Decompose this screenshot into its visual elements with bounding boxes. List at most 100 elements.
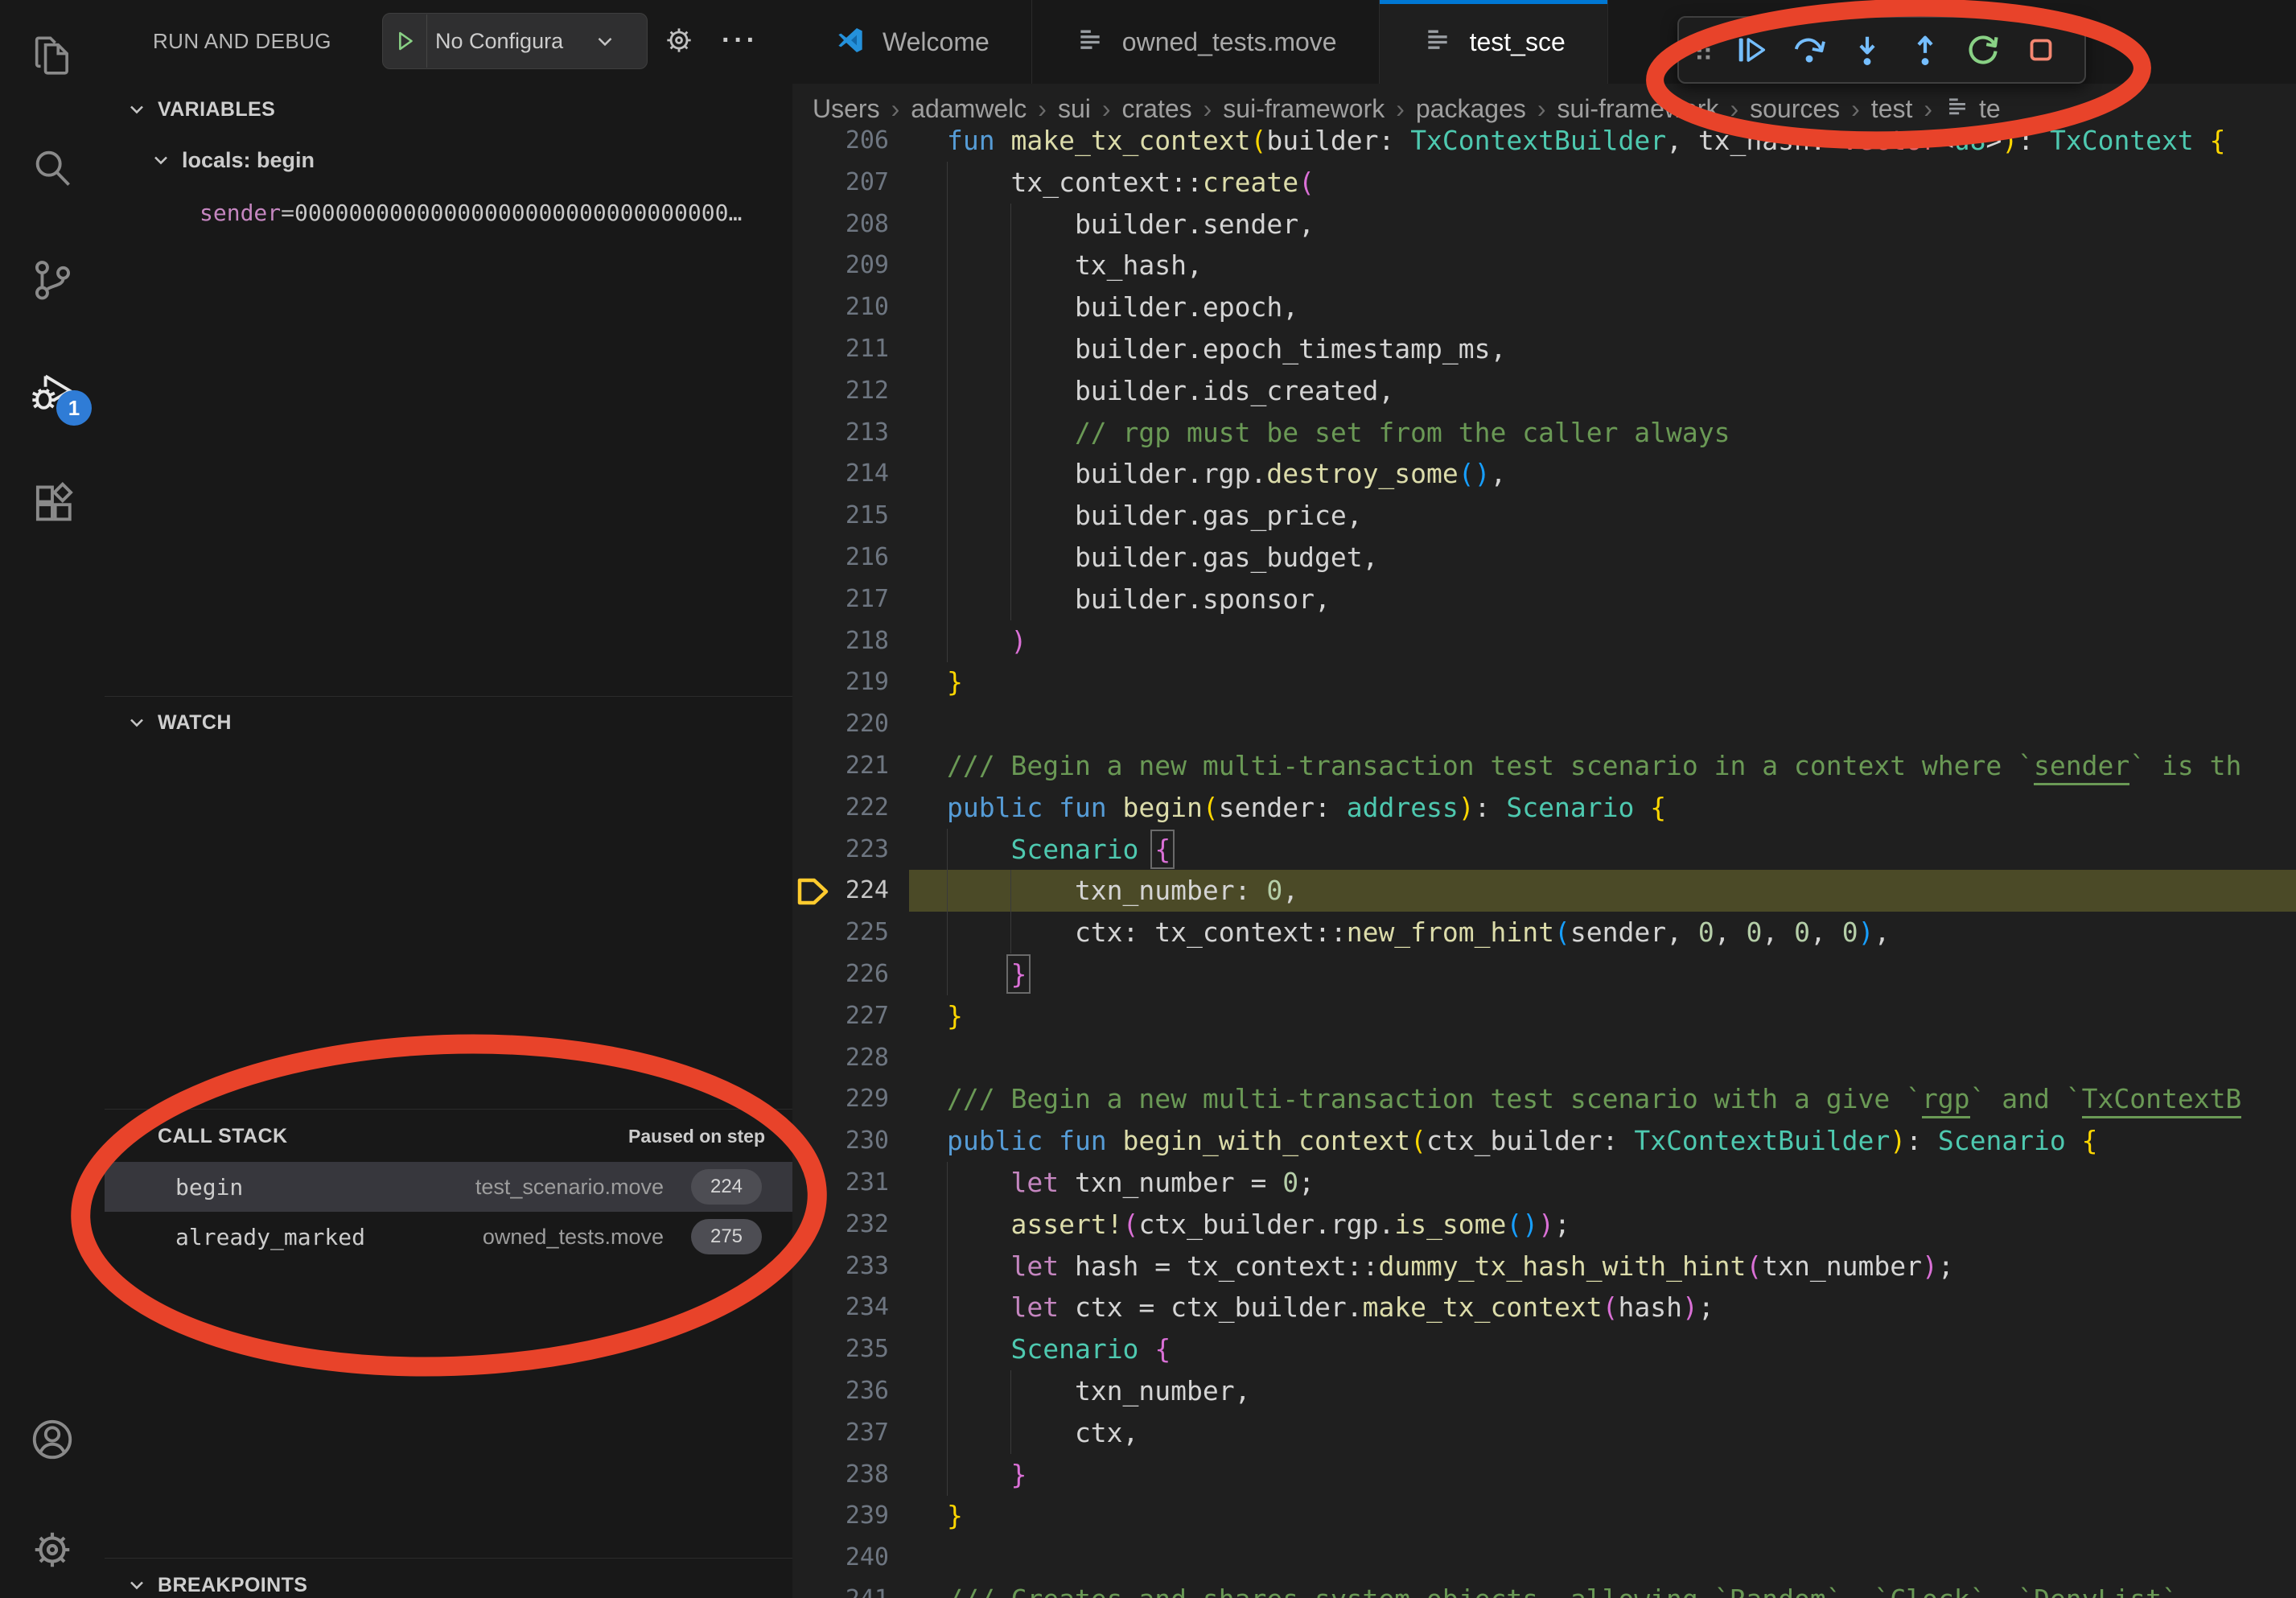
code-line-218[interactable]: 218 ) — [792, 620, 2296, 662]
code-line-232[interactable]: 232 assert!(ctx_builder.rgp.is_some()); — [792, 1204, 2296, 1246]
extensions-icon[interactable] — [0, 459, 105, 548]
code-line-221[interactable]: 221/// Begin a new multi-transaction tes… — [792, 745, 2296, 787]
variables-scope-row[interactable]: locals: begin — [105, 137, 792, 183]
step-out-icon[interactable] — [1896, 24, 1954, 76]
variable-row-sender[interactable]: sender = 0000000000000000000000000000000… — [200, 192, 779, 233]
call-stack-section-header[interactable]: CALL STACK Paused on step — [105, 1114, 792, 1159]
code-line-223[interactable]: 223 Scenario { — [792, 829, 2296, 871]
step-into-icon[interactable] — [1838, 24, 1896, 76]
line-number[interactable]: 207 — [792, 162, 889, 204]
code-line-229[interactable]: 229/// Begin a new multi-transaction tes… — [792, 1078, 2296, 1120]
code-line-208[interactable]: 208 builder.sender, — [792, 204, 2296, 245]
code-line-219[interactable]: 219} — [792, 661, 2296, 703]
tab-welcome[interactable]: Welcome — [792, 0, 1032, 84]
line-number[interactable]: 211 — [792, 328, 889, 370]
line-number[interactable]: 209 — [792, 245, 889, 286]
code-line-240[interactable]: 240 — [792, 1537, 2296, 1579]
line-number[interactable]: 218 — [792, 620, 889, 662]
line-number[interactable]: 219 — [792, 661, 889, 703]
line-number[interactable]: 234 — [792, 1287, 889, 1328]
line-number[interactable]: 238 — [792, 1454, 889, 1496]
line-number[interactable]: 223 — [792, 829, 889, 871]
line-number[interactable]: 239 — [792, 1495, 889, 1537]
search-icon[interactable] — [0, 124, 105, 212]
line-number[interactable]: 228 — [792, 1037, 889, 1079]
line-number[interactable]: 241 — [792, 1579, 889, 1598]
line-number[interactable]: 221 — [792, 745, 889, 787]
debug-settings-gear-icon[interactable] — [658, 19, 700, 61]
line-number[interactable]: 233 — [792, 1246, 889, 1287]
code-line-226[interactable]: 226 } — [792, 953, 2296, 995]
variables-section-header[interactable]: VARIABLES — [105, 87, 792, 132]
line-number[interactable]: 220 — [792, 703, 889, 745]
line-number[interactable]: 229 — [792, 1078, 889, 1120]
line-number[interactable]: 224 — [792, 870, 889, 912]
call-stack-frame-begin[interactable]: begintest_scenario.move224 — [105, 1162, 792, 1212]
launch-configuration-dropdown[interactable]: No Configura — [382, 13, 648, 69]
code-line-228[interactable]: 228 — [792, 1037, 2296, 1079]
line-number[interactable]: 236 — [792, 1370, 889, 1412]
code-line-224[interactable]: 224 txn_number: 0, — [792, 870, 2296, 912]
line-number[interactable]: 216 — [792, 537, 889, 579]
step-over-icon[interactable] — [1780, 24, 1838, 76]
explorer-icon[interactable] — [0, 11, 105, 100]
line-number[interactable]: 222 — [792, 787, 889, 829]
code-line-213[interactable]: 213 // rgp must be set from the caller a… — [792, 412, 2296, 454]
code-line-237[interactable]: 237 ctx, — [792, 1412, 2296, 1454]
code-line-230[interactable]: 230public fun begin_with_context(ctx_bui… — [792, 1120, 2296, 1162]
line-number[interactable]: 208 — [792, 204, 889, 245]
line-number[interactable]: 215 — [792, 495, 889, 537]
tab-test-scenario[interactable]: test_sce — [1380, 0, 1608, 84]
code-line-233[interactable]: 233 let hash = tx_context::dummy_tx_hash… — [792, 1246, 2296, 1287]
code-line-210[interactable]: 210 builder.epoch, — [792, 286, 2296, 328]
line-number[interactable]: 232 — [792, 1204, 889, 1246]
breakpoints-section-header[interactable]: BREAKPOINTS — [105, 1563, 792, 1598]
code-line-220[interactable]: 220 — [792, 703, 2296, 745]
restart-icon[interactable] — [1954, 24, 2012, 76]
line-number[interactable]: 231 — [792, 1162, 889, 1204]
code-line-209[interactable]: 209 tx_hash, — [792, 245, 2296, 286]
code-line-222[interactable]: 222public fun begin(sender: address): Sc… — [792, 787, 2296, 829]
code-line-215[interactable]: 215 builder.gas_price, — [792, 495, 2296, 537]
account-icon[interactable] — [0, 1395, 105, 1484]
code-line-217[interactable]: 217 builder.sponsor, — [792, 579, 2296, 620]
code-line-207[interactable]: 207 tx_context::create( — [792, 162, 2296, 204]
more-actions-icon[interactable]: ··· — [716, 19, 764, 61]
continue-icon[interactable] — [1722, 24, 1780, 76]
line-number[interactable]: 227 — [792, 995, 889, 1037]
line-number[interactable]: 210 — [792, 286, 889, 328]
code-line-239[interactable]: 239} — [792, 1495, 2296, 1537]
stop-icon[interactable] — [2012, 24, 2070, 76]
code-line-206[interactable]: 206fun make_tx_context(builder: TxContex… — [792, 120, 2296, 162]
code-line-235[interactable]: 235 Scenario { — [792, 1328, 2296, 1370]
line-number[interactable]: 226 — [792, 953, 889, 995]
line-number[interactable]: 213 — [792, 412, 889, 454]
call-stack-frame-already_marked[interactable]: already_markedowned_tests.move275 — [105, 1212, 792, 1262]
code-editor[interactable]: 206fun make_tx_context(builder: TxContex… — [792, 106, 2296, 1598]
line-number[interactable]: 235 — [792, 1328, 889, 1370]
run-and-debug-icon[interactable]: 1 — [0, 348, 105, 437]
line-number[interactable]: 237 — [792, 1412, 889, 1454]
line-number[interactable]: 217 — [792, 579, 889, 620]
code-line-225[interactable]: 225 ctx: tx_context::new_from_hint(sende… — [792, 912, 2296, 953]
line-number[interactable]: 225 — [792, 912, 889, 953]
settings-gear-icon[interactable] — [0, 1505, 105, 1594]
code-line-214[interactable]: 214 builder.rgp.destroy_some(), — [792, 453, 2296, 495]
code-line-227[interactable]: 227} — [792, 995, 2296, 1037]
watch-section-header[interactable]: WATCH — [105, 700, 792, 745]
code-line-211[interactable]: 211 builder.epoch_timestamp_ms, — [792, 328, 2296, 370]
start-debug-icon[interactable] — [383, 27, 426, 55]
line-number[interactable]: 206 — [792, 120, 889, 162]
code-line-236[interactable]: 236 txn_number, — [792, 1370, 2296, 1412]
code-line-212[interactable]: 212 builder.ids_created, — [792, 370, 2296, 412]
code-line-238[interactable]: 238 } — [792, 1454, 2296, 1496]
line-number[interactable]: 214 — [792, 453, 889, 495]
code-line-241[interactable]: 241/// Creates and shares system objects… — [792, 1579, 2296, 1598]
line-number[interactable]: 212 — [792, 370, 889, 412]
drag-handle-icon[interactable] — [1687, 29, 1722, 71]
line-number[interactable]: 230 — [792, 1120, 889, 1162]
code-line-216[interactable]: 216 builder.gas_budget, — [792, 537, 2296, 579]
code-line-231[interactable]: 231 let txn_number = 0; — [792, 1162, 2296, 1204]
tab-owned-tests[interactable]: owned_tests.move — [1032, 0, 1380, 84]
source-control-icon[interactable] — [0, 236, 105, 324]
